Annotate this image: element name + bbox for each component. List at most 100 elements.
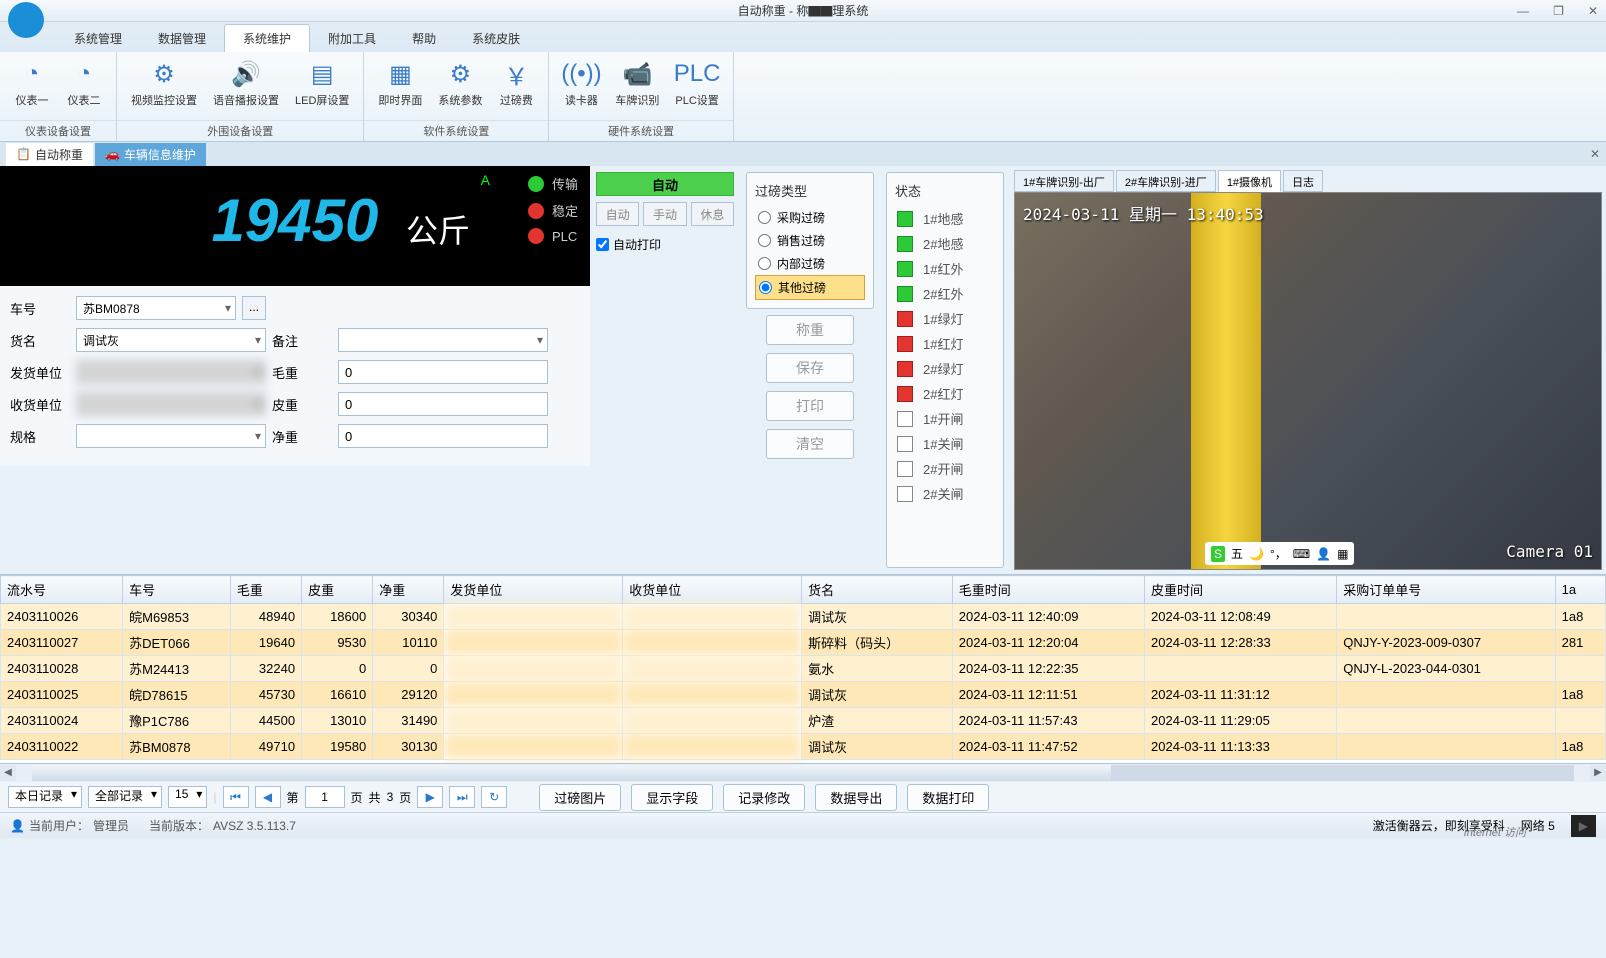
col-皮重[interactable]: 皮重: [302, 576, 373, 604]
car-more-button[interactable]: ...: [242, 296, 266, 320]
scroll-left-button[interactable]: ◀: [0, 765, 16, 781]
weigh-type-1[interactable]: 销售过磅: [755, 229, 865, 252]
table-row[interactable]: 2403110028苏M244133224000████████████████…: [1, 656, 1606, 682]
camera-panel: 1#车牌识别-出厂2#车牌识别-进厂1#摄像机日志 2024-03-11 星期一…: [1010, 166, 1606, 574]
doc-tab-vehicle-info[interactable]: 🚗车辆信息维护: [95, 143, 206, 166]
page-input[interactable]: [305, 786, 345, 808]
table-row[interactable]: 2403110025皖D78615457301661029120████████…: [1, 682, 1606, 708]
net-input[interactable]: [338, 424, 548, 448]
col-皮重时间[interactable]: 皮重时间: [1145, 576, 1337, 604]
doc-tabs-close-icon[interactable]: ✕: [1590, 147, 1600, 161]
prev-page-button[interactable]: ◀: [255, 786, 281, 808]
ime-punct-icon[interactable]: °，: [1270, 545, 1287, 562]
send-select[interactable]: ████████: [76, 360, 266, 384]
ribbon-PLC设置[interactable]: PLCPLC设置: [669, 56, 724, 110]
pager-数据打印[interactable]: 数据打印: [907, 784, 989, 811]
menu-system-maintain[interactable]: 系统维护: [224, 24, 310, 52]
auto-button[interactable]: 自动: [596, 172, 734, 196]
pager-过磅图片[interactable]: 过磅图片: [539, 784, 621, 811]
col-车号[interactable]: 车号: [123, 576, 231, 604]
data-grid[interactable]: 流水号车号毛重皮重净重发货单位收货单位货名毛重时间皮重时间采购订单单号1a240…: [0, 574, 1606, 764]
car-select[interactable]: 苏BM0878: [76, 296, 236, 320]
pager-显示字段[interactable]: 显示字段: [631, 784, 713, 811]
ime-keyboard-icon[interactable]: ⌨: [1293, 547, 1310, 561]
menu-data-manage[interactable]: 数据管理: [140, 25, 224, 52]
ribbon-过磅费[interactable]: ￥过磅费: [492, 56, 540, 110]
col-收货单位[interactable]: 收货单位: [623, 576, 802, 604]
action-清空[interactable]: 清空: [766, 429, 854, 459]
refresh-button[interactable]: ↻: [481, 786, 507, 808]
col-货名[interactable]: 货名: [802, 576, 953, 604]
col-流水号[interactable]: 流水号: [1, 576, 123, 604]
ribbon-LED屏设置[interactable]: ▤LED屏设置: [289, 56, 355, 110]
tray-icon[interactable]: ▶: [1571, 815, 1596, 837]
cam-tab-0[interactable]: 1#车牌识别-出厂: [1014, 170, 1114, 192]
ribbon-车牌识别[interactable]: 📹车牌识别: [609, 56, 665, 110]
scroll-right-button[interactable]: ▶: [1590, 765, 1606, 781]
pagesize-select[interactable]: 15: [168, 786, 207, 808]
spec-select[interactable]: [76, 424, 266, 448]
cam-tab-3[interactable]: 日志: [1283, 170, 1323, 192]
ribbon-视频监控设置[interactable]: ⚙视频监控设置: [125, 56, 203, 110]
close-button[interactable]: ✕: [1588, 4, 1598, 18]
tare-input[interactable]: [338, 392, 548, 416]
table-row[interactable]: 2403110024豫P1C786445001301031490████████…: [1, 708, 1606, 734]
action-保存[interactable]: 保存: [766, 353, 854, 383]
status-2#地感: 2#地感: [895, 231, 995, 256]
col-1a[interactable]: 1a: [1555, 576, 1605, 604]
recv-select[interactable]: ████████: [76, 392, 266, 416]
weigh-type-2[interactable]: 内部过磅: [755, 252, 865, 275]
col-净重[interactable]: 净重: [373, 576, 444, 604]
ribbon-语音播报设置[interactable]: 🔊语音播报设置: [207, 56, 285, 110]
next-page-button[interactable]: ▶: [417, 786, 443, 808]
ribbon-即时界面[interactable]: ▦即时界面: [372, 56, 428, 110]
minimize-button[interactable]: —: [1517, 4, 1529, 18]
menu-skin[interactable]: 系统皮肤: [454, 25, 538, 52]
auto-print-checkbox[interactable]: [596, 238, 609, 251]
scroll-thumb[interactable]: [32, 765, 1111, 781]
menu-help[interactable]: 帮助: [394, 25, 454, 52]
gross-input[interactable]: [338, 360, 548, 384]
weigh-type-3[interactable]: 其他过磅: [755, 275, 865, 300]
filter1-select[interactable]: 本日记录: [8, 786, 82, 808]
doc-tab-auto-weigh[interactable]: 📋自动称重: [6, 143, 93, 166]
ime-user-icon[interactable]: 👤: [1316, 547, 1331, 561]
last-page-button[interactable]: ⏭: [449, 786, 475, 808]
ribbon-icon: ▦: [384, 58, 416, 90]
mode-auto-button[interactable]: 自动: [596, 202, 639, 226]
ime-moon-icon[interactable]: 🌙: [1249, 547, 1264, 561]
table-row[interactable]: 2403110026皖M69853489401860030340████████…: [1, 604, 1606, 630]
mode-manual-button[interactable]: 手动: [643, 202, 686, 226]
weigh-type-0[interactable]: 采购过磅: [755, 206, 865, 229]
ime-grid-icon[interactable]: ▦: [1337, 547, 1348, 561]
first-page-button[interactable]: ⏮: [223, 786, 249, 808]
pager-数据导出[interactable]: 数据导出: [815, 784, 897, 811]
mode-rest-button[interactable]: 休息: [691, 202, 734, 226]
table-row[interactable]: 2403110022苏BM0878497101958030130████████…: [1, 734, 1606, 760]
cam-tab-2[interactable]: 1#摄像机: [1218, 170, 1281, 192]
ime-toolbar[interactable]: S 五 🌙 °， ⌨ 👤 ▦: [1205, 542, 1354, 565]
label-recv: 收货单位: [10, 395, 70, 414]
pager-记录修改[interactable]: 记录修改: [723, 784, 805, 811]
internet-access-label: Internet 访问: [1464, 824, 1526, 840]
goods-select[interactable]: 调试灰: [76, 328, 266, 352]
ribbon-仪表一[interactable]: ◔仪表一: [8, 56, 56, 110]
action-打印[interactable]: 打印: [766, 391, 854, 421]
menu-addon-tools[interactable]: 附加工具: [310, 25, 394, 52]
grid-hscroll[interactable]: ◀ ▶: [0, 764, 1606, 782]
col-采购订单单号[interactable]: 采购订单单号: [1337, 576, 1555, 604]
action-称重[interactable]: 称重: [766, 315, 854, 345]
ribbon-仪表二[interactable]: ◔仪表二: [60, 56, 108, 110]
cam-tab-1[interactable]: 2#车牌识别-进厂: [1116, 170, 1216, 192]
maximize-button[interactable]: ❐: [1553, 4, 1564, 18]
ribbon-读卡器[interactable]: ((•))读卡器: [557, 56, 605, 110]
ribbon-系统参数[interactable]: ⚙系统参数: [432, 56, 488, 110]
col-毛重[interactable]: 毛重: [230, 576, 301, 604]
remark-input[interactable]: [338, 328, 548, 352]
col-发货单位[interactable]: 发货单位: [444, 576, 623, 604]
menu-system-manage[interactable]: 系统管理: [56, 25, 140, 52]
col-毛重时间[interactable]: 毛重时间: [952, 576, 1144, 604]
filter2-select[interactable]: 全部记录: [88, 786, 162, 808]
status-indicator: [897, 436, 913, 452]
table-row[interactable]: 2403110027苏DET06619640953010110█████████…: [1, 630, 1606, 656]
